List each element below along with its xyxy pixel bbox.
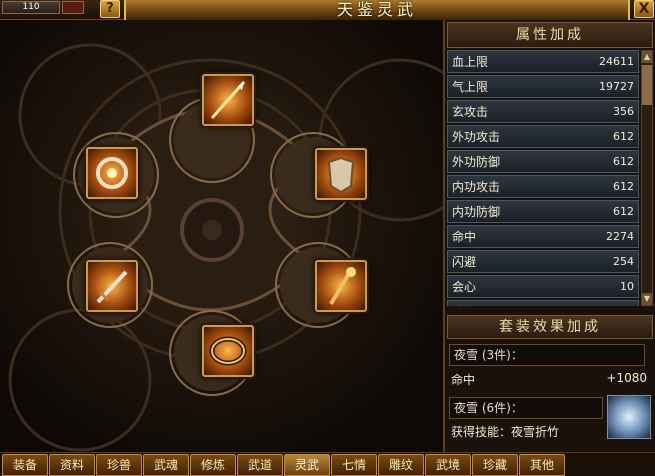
attribute-name: 玄攻击 (452, 105, 489, 119)
attribute-name: 命中 (452, 230, 477, 244)
slot-spear[interactable] (202, 74, 254, 126)
tab-equipment[interactable]: 装备 (2, 454, 48, 476)
attribute-row: 会心 10 (447, 275, 639, 298)
attribute-value: 2274 (606, 230, 634, 243)
attribute-row: 血上限 24611 (447, 50, 639, 73)
scroll-down-arrow-icon[interactable]: ▼ (642, 293, 652, 305)
attribute-row: 内功防御 612 (447, 200, 639, 223)
tab-martial-way[interactable]: 武道 (237, 454, 283, 476)
tab-martial-soul[interactable]: 武魂 (143, 454, 189, 476)
slot-staff[interactable] (315, 260, 367, 312)
slot-dagger[interactable] (86, 260, 138, 312)
set-3-label: 夜雪 (3件)： (449, 344, 645, 366)
attribute-name: 闪避 (452, 255, 477, 269)
attribute-value: 612 (613, 205, 634, 218)
attribute-value: 182 (613, 305, 634, 306)
tab-spirit-weapon[interactable]: 灵武 (284, 454, 330, 476)
slot-bracelet[interactable] (202, 325, 254, 377)
attribute-name: 外功攻击 (452, 130, 501, 144)
bracelet-icon (209, 336, 247, 366)
equipment-area (0, 20, 443, 452)
slot-ring[interactable] (86, 147, 138, 199)
set-6-label: 夜雪 (6件)： (449, 397, 603, 419)
bottom-tab-bar: 装备 资料 珍兽 武魂 修炼 武道 灵武 七情 雕纹 武境 珍藏 其他 (0, 452, 655, 476)
attribute-value: 24611 (599, 55, 634, 68)
skill-snow-icon[interactable] (607, 395, 651, 439)
attribute-name: 气上限 (452, 80, 489, 94)
attribute-row: 内功攻击 612 (447, 175, 639, 198)
tab-collection[interactable]: 珍藏 (472, 454, 518, 476)
attribute-name: 体力 (452, 303, 476, 306)
tab-engraving[interactable]: 雕纹 (378, 454, 424, 476)
armor-icon (327, 156, 355, 194)
attribute-name: 会心 (452, 280, 477, 294)
attribute-row: 外功防御 612 (447, 150, 639, 173)
set-6-skill: 获得技能：夜雪折竹 (451, 425, 560, 439)
title-bar: 110 ? 天鉴灵武 X (0, 0, 655, 20)
attribute-row: 玄攻击 356 (447, 100, 639, 123)
attribute-row: 外功攻击 612 (447, 125, 639, 148)
tab-profile[interactable]: 资料 (49, 454, 95, 476)
slot-armor[interactable] (315, 148, 367, 200)
attribute-row: 闪避 254 (447, 250, 639, 273)
attribute-value: 254 (613, 255, 634, 268)
attribute-value: 356 (613, 105, 634, 118)
chakram-icon (96, 157, 128, 189)
attribute-value: 612 (613, 155, 634, 168)
window-title: 天鉴灵武 (124, 0, 630, 20)
spear-icon (210, 81, 246, 119)
tab-emotions[interactable]: 七情 (331, 454, 377, 476)
attribute-name: 外功防御 (452, 155, 501, 169)
set-3-stat: 命中 (451, 373, 476, 387)
level-indicator: 110 (2, 1, 60, 14)
tab-cultivation[interactable]: 修炼 (190, 454, 236, 476)
set-bonus-title: 套装效果加成 (447, 315, 653, 339)
close-button[interactable]: X (634, 0, 654, 18)
attribute-value: 612 (613, 180, 634, 193)
attribute-list: 血上限 24611 气上限 19727 玄攻击 356 外功攻击 612 外功防御 612… (447, 50, 639, 306)
attribute-scrollbar[interactable]: ▲ ▼ (641, 50, 653, 306)
tab-martial-realm[interactable]: 武境 (425, 454, 471, 476)
attribute-value: 19727 (599, 80, 634, 93)
attribute-name: 内功防御 (452, 205, 501, 219)
level-bar-end (62, 1, 84, 14)
attribute-name: 内功攻击 (452, 180, 501, 194)
scroll-up-arrow-icon[interactable]: ▲ (642, 51, 652, 63)
tab-pets[interactable]: 珍兽 (96, 454, 142, 476)
attribute-row: 体力 182 (447, 300, 639, 306)
attribute-row: 气上限 19727 (447, 75, 639, 98)
attribute-value: 612 (613, 130, 634, 143)
set-3-value: +1080 (606, 371, 647, 385)
help-button[interactable]: ? (100, 0, 120, 18)
attribute-name: 血上限 (452, 55, 489, 69)
attribute-value: 10 (620, 280, 634, 293)
attribute-row: 命中 2274 (447, 225, 639, 248)
staff-icon (329, 267, 356, 306)
tab-other[interactable]: 其他 (519, 454, 565, 476)
dagger-icon (96, 270, 128, 304)
attributes-title: 属性加成 (447, 22, 653, 48)
scroll-thumb[interactable] (642, 65, 652, 105)
stats-panel: 属性加成 血上限 24611 气上限 19727 玄攻击 356 外功攻击 612 外功… (443, 20, 655, 452)
